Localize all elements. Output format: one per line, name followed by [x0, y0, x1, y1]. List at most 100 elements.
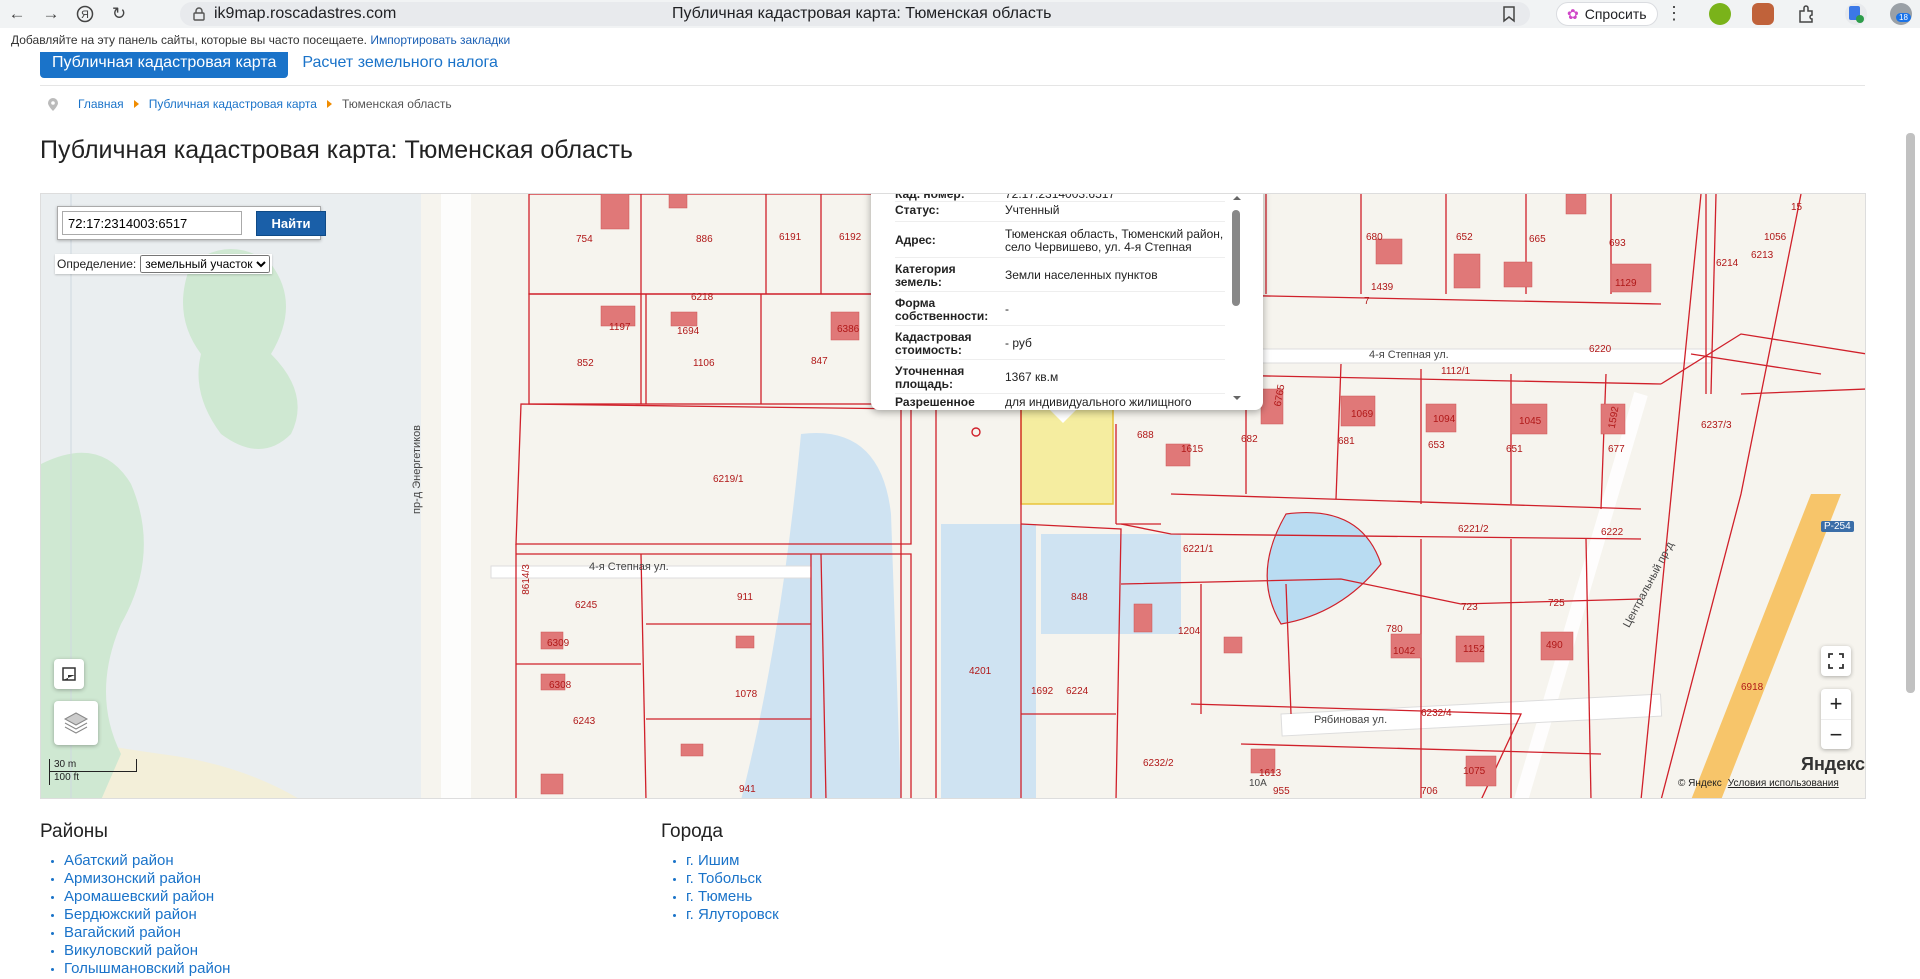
extension-icon-2[interactable]: [1752, 3, 1774, 25]
parcel-label[interactable]: 6213: [1751, 250, 1773, 261]
zoom-in-icon[interactable]: +: [1821, 689, 1851, 719]
page-scrollbar[interactable]: [1906, 133, 1915, 693]
parcel-label[interactable]: 941: [739, 784, 756, 795]
breadcrumb-home[interactable]: Главная: [78, 97, 124, 111]
zoom-out-icon[interactable]: −: [1821, 719, 1851, 749]
parcel-label[interactable]: 848: [1071, 592, 1088, 603]
parcel-label[interactable]: 1152: [1463, 644, 1485, 655]
scroll-up-icon[interactable]: [1233, 194, 1241, 202]
parcel-label[interactable]: 6765: [1273, 384, 1288, 408]
parcel-label[interactable]: 6386: [837, 324, 859, 335]
parcel-label[interactable]: 6232/4: [1421, 708, 1452, 719]
district-link[interactable]: Аромашевский район: [64, 888, 230, 906]
district-link[interactable]: Абатский район: [64, 852, 230, 870]
district-link[interactable]: Викуловский район: [64, 942, 230, 960]
reload-icon[interactable]: ↻: [102, 0, 136, 28]
parcel-label[interactable]: 6220: [1589, 344, 1611, 355]
parcel-label[interactable]: 1112/1: [1441, 366, 1470, 377]
parcel-label[interactable]: 681: [1338, 436, 1355, 447]
parcel-label[interactable]: 6219/1: [713, 474, 744, 485]
parcel-label[interactable]: 955: [1273, 786, 1290, 797]
parcel-label[interactable]: 706: [1421, 786, 1438, 797]
city-link[interactable]: г. Тобольск: [686, 870, 779, 888]
parcel-label[interactable]: 652: [1456, 232, 1473, 243]
parcel-label[interactable]: 6308: [549, 680, 571, 691]
parcel-label[interactable]: 1069: [1351, 409, 1373, 420]
parcel-label[interactable]: 6918: [1741, 682, 1763, 693]
parcel-label[interactable]: 6232/2: [1143, 758, 1174, 769]
extension-icon-1[interactable]: [1709, 3, 1731, 25]
parcel-label[interactable]: 6245: [575, 600, 597, 611]
breadcrumb-map[interactable]: Публичная кадастровая карта: [149, 97, 317, 111]
yandex-icon[interactable]: Я: [68, 0, 102, 28]
profile-avatar[interactable]: 18: [1890, 3, 1912, 25]
parcel-label[interactable]: 693: [1609, 238, 1626, 249]
extensions-puzzle-icon[interactable]: [1795, 3, 1817, 25]
scroll-down-icon[interactable]: [1233, 394, 1241, 402]
parcel-label[interactable]: 6191: [779, 232, 801, 243]
district-link[interactable]: Голышмановский район: [64, 960, 230, 978]
parcel-label[interactable]: 1042: [1393, 646, 1415, 657]
parcel-label[interactable]: 6221/1: [1183, 544, 1214, 555]
parcel-label[interactable]: 780: [1386, 624, 1403, 635]
extension-icon-3[interactable]: [1845, 3, 1867, 25]
parcel-label[interactable]: 6224: [1066, 686, 1088, 697]
parcel-label[interactable]: 6243: [573, 716, 595, 727]
parcel-label[interactable]: 651: [1506, 444, 1523, 455]
parcel-label[interactable]: 6222: [1601, 527, 1623, 538]
address-bar[interactable]: ik9map.roscadastres.com Публичная кадаст…: [180, 2, 1530, 26]
parcel-label[interactable]: 911: [737, 592, 753, 603]
bookmark-icon[interactable]: [1502, 5, 1516, 28]
parcel-label[interactable]: 1094: [1433, 414, 1455, 425]
parcel-label[interactable]: 6214: [1716, 258, 1738, 269]
district-link[interactable]: Бердюжский район: [64, 906, 230, 924]
parcel-label[interactable]: 852: [577, 358, 594, 369]
district-link[interactable]: Вагайский район: [64, 924, 230, 942]
parcel-label[interactable]: 1197: [609, 322, 631, 333]
cadastral-number-input[interactable]: [62, 211, 242, 235]
find-button[interactable]: Найти: [256, 211, 326, 236]
parcel-label[interactable]: 6218: [691, 292, 713, 303]
fullscreen-button[interactable]: [1821, 646, 1851, 676]
parcel-label[interactable]: 1615: [1181, 444, 1203, 455]
site-info-icon[interactable]: [192, 7, 206, 21]
parcel-label[interactable]: 6221/2: [1458, 524, 1489, 535]
parcel-label[interactable]: 653: [1428, 440, 1445, 451]
popup-scroll-thumb[interactable]: [1232, 210, 1240, 306]
parcel-label[interactable]: 6309: [547, 638, 569, 649]
parcel-label[interactable]: 6237/3: [1701, 420, 1732, 431]
parcel-label[interactable]: 847: [811, 356, 828, 367]
parcel-label[interactable]: 7: [1364, 296, 1370, 307]
city-link[interactable]: г. Тюмень: [686, 888, 779, 906]
tab-land-tax[interactable]: Расчет земельного налога: [288, 52, 512, 74]
parcel-label[interactable]: 688: [1137, 430, 1154, 441]
parcel-label[interactable]: 723: [1461, 602, 1478, 613]
parcel-label[interactable]: 1592: [1607, 406, 1622, 430]
parcel-label[interactable]: 1204: [1178, 626, 1200, 637]
parcel-label[interactable]: 490: [1546, 640, 1563, 651]
parcel-label[interactable]: 725: [1548, 598, 1565, 609]
parcel-label[interactable]: 6192: [839, 232, 861, 243]
parcel-label[interactable]: 1045: [1519, 416, 1541, 427]
parcel-label[interactable]: 1078: [735, 689, 757, 700]
parcel-label[interactable]: 1692: [1031, 686, 1053, 697]
parcel-label[interactable]: 15: [1791, 202, 1802, 213]
parcel-label[interactable]: 677: [1608, 444, 1625, 455]
back-icon[interactable]: ←: [0, 0, 34, 28]
parcel-label[interactable]: 1439: [1371, 282, 1393, 293]
cadastral-map[interactable]: 754 886 6191 6192 6218 852 1106 847 6219…: [40, 193, 1866, 799]
parcel-label[interactable]: 680: [1366, 232, 1383, 243]
parcel-label[interactable]: 1056: [1764, 232, 1786, 243]
definition-select[interactable]: земельный участок: [140, 255, 271, 273]
city-link[interactable]: г. Ялуторовск: [686, 906, 779, 924]
parcel-label[interactable]: 682: [1241, 434, 1258, 445]
more-menu-icon[interactable]: ⋮: [1664, 2, 1684, 26]
forward-icon[interactable]: →: [34, 0, 68, 28]
parcel-label[interactable]: 1075: [1463, 766, 1485, 777]
parcel-label[interactable]: 1694: [677, 326, 699, 337]
parcel-label[interactable]: 886: [696, 234, 713, 245]
ruler-button[interactable]: [54, 659, 84, 689]
parcel-label[interactable]: 665: [1529, 234, 1546, 245]
parcel-label[interactable]: 754: [576, 234, 593, 245]
tab-cadastral-map[interactable]: Публичная кадастровая карта: [40, 52, 289, 78]
